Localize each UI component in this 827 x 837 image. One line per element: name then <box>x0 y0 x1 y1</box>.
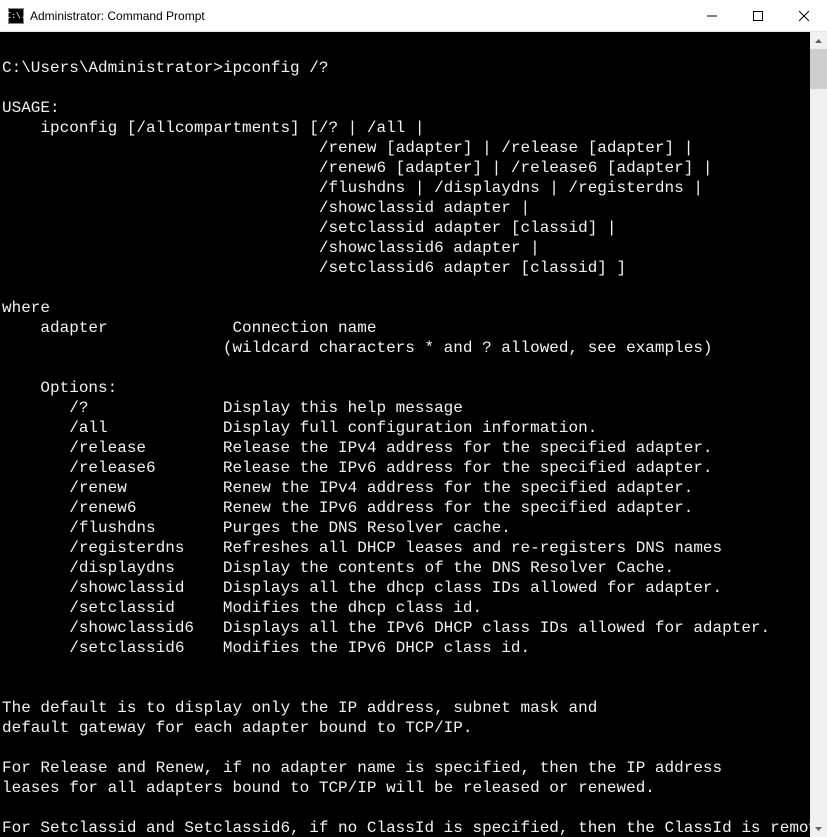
window-title: Administrator: Command Prompt <box>30 9 689 23</box>
maximize-icon <box>753 11 763 21</box>
app-icon: C:\. <box>8 8 24 24</box>
client-area: C:\Users\Administrator>ipconfig /? USAGE… <box>0 32 827 837</box>
window-controls <box>689 0 827 31</box>
window-titlebar[interactable]: C:\. Administrator: Command Prompt <box>0 0 827 32</box>
chevron-up-icon <box>815 39 822 43</box>
scroll-up-button[interactable] <box>810 32 827 49</box>
scrollbar-thumb[interactable] <box>810 49 827 89</box>
maximize-button[interactable] <box>735 0 781 31</box>
chevron-down-icon <box>815 827 822 831</box>
close-button[interactable] <box>781 0 827 31</box>
app-icon-glyph: C:\. <box>6 12 25 20</box>
scrollbar-track[interactable] <box>810 49 827 820</box>
close-icon <box>799 11 809 21</box>
scroll-down-button[interactable] <box>810 820 827 837</box>
minimize-icon <box>707 11 717 21</box>
terminal-output[interactable]: C:\Users\Administrator>ipconfig /? USAGE… <box>0 32 810 837</box>
vertical-scrollbar[interactable] <box>810 32 827 837</box>
minimize-button[interactable] <box>689 0 735 31</box>
